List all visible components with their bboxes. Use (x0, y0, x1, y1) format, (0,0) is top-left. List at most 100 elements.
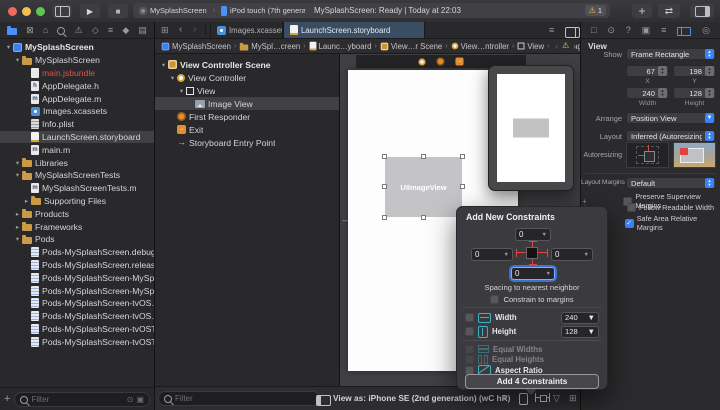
inspector-toggle-button[interactable] (690, 4, 714, 18)
layout-dropdown[interactable]: Inferred (Autoresizing Ma… ▲▼ (626, 130, 716, 142)
file-inspector-icon[interactable]: □ (591, 25, 596, 35)
selection-handle[interactable] (382, 184, 387, 189)
stop-button[interactable]: ■ (108, 4, 128, 18)
outline-row[interactable]: ▾View (155, 84, 339, 97)
y-field[interactable]: 198 ▲▼ (673, 65, 716, 77)
file-row[interactable]: ▾MySplashScreenTests (0, 169, 154, 182)
file-row[interactable]: Pods-MySplashScreen-MySp… (0, 271, 154, 284)
file-row[interactable]: LaunchScreen.storyboard (0, 131, 154, 144)
disclosure-closed-icon[interactable]: ▸ (22, 197, 31, 205)
width-value-field[interactable]: 240▼ (561, 312, 599, 324)
selection-handle[interactable] (382, 215, 387, 220)
width-field[interactable]: 240 ▲▼ (626, 87, 669, 99)
warning-badge[interactable]: ⚠ 1 (585, 5, 606, 16)
outline-row[interactable]: ▾View Controller Scene (155, 58, 339, 71)
editor-options-icon[interactable]: ≡ (549, 25, 554, 35)
zoom-icon[interactable]: ⌖ (502, 393, 507, 403)
tab-images-xcassets[interactable]: Images.xcassets (210, 22, 283, 38)
disclosure-open-icon[interactable]: ▾ (4, 43, 13, 51)
navigator-filter-field[interactable]: Filter ⊙ ▣ (14, 392, 150, 407)
find-icon[interactable] (57, 27, 65, 35)
selection-handle[interactable] (382, 154, 387, 159)
layout-margins-dropdown[interactable]: Default ▲▼ (626, 177, 716, 189)
add-constraints-icon[interactable] (535, 393, 550, 402)
file-row[interactable]: Pods-MySplashScreen-tvOST… (0, 335, 154, 348)
exit-icon[interactable]: → (455, 57, 463, 65)
recents-filter-icon[interactable]: ⊙ (127, 395, 134, 404)
height-value-field[interactable]: 128▼ (561, 326, 599, 338)
file-row[interactable]: Images.xcassets (0, 105, 154, 118)
scope-filter-icon[interactable]: ▣ (136, 395, 144, 404)
x-field[interactable]: 67 ▲▼ (626, 65, 669, 77)
size-inspector-icon[interactable] (677, 27, 691, 36)
outline-row[interactable]: →Exit (155, 123, 339, 136)
trailing-ibeam[interactable] (538, 252, 547, 253)
selection-handle[interactable] (421, 154, 426, 159)
file-row[interactable]: ▸Frameworks (0, 220, 154, 233)
debug-icon[interactable]: ≡ (108, 25, 113, 35)
outline-row[interactable]: First Responder (155, 110, 339, 123)
show-dropdown[interactable]: Frame Rectangle ▲▼ (626, 48, 716, 60)
connections-inspector-icon[interactable]: ◎ (702, 25, 710, 35)
run-button[interactable]: ▶ (80, 4, 100, 18)
selection-handle[interactable] (460, 184, 465, 189)
file-row[interactable]: mMySplashScreenTests.m (0, 182, 154, 195)
width-checkbox[interactable] (465, 313, 474, 322)
file-row[interactable]: hAppDelegate.h (0, 79, 154, 92)
breakpoint-icon[interactable]: ◆ (122, 25, 129, 35)
outline-row[interactable]: →Storyboard Entry Point (155, 136, 339, 149)
disclosure-open-icon[interactable]: ▾ (159, 61, 168, 69)
quick-help-inspector-icon[interactable]: ? (626, 25, 631, 35)
identity-inspector-icon[interactable]: ▣ (642, 25, 651, 35)
file-row[interactable]: Pods-MySplashScreen.debug… (0, 246, 154, 259)
source-control-icon[interactable]: ⊠ (26, 25, 34, 35)
trailing-spacing-field[interactable]: 0 ▼ (551, 248, 593, 261)
outline-toggle-button[interactable] (316, 393, 331, 410)
view-as-button[interactable]: View as: iPhone SE (2nd generation) (wC … (333, 393, 510, 403)
library-button[interactable]: + (632, 4, 652, 18)
window-tabs-button[interactable] (52, 4, 72, 18)
disclosure-open-icon[interactable]: ▾ (13, 171, 22, 179)
file-row[interactable]: ▾MySplashScreen (0, 54, 154, 67)
selected-image-view[interactable]: UIImageView (385, 157, 462, 217)
outline-filter-field[interactable]: Filter (158, 391, 320, 406)
top-ibeam-cap[interactable] (529, 241, 537, 242)
project-navigator-icon[interactable] (7, 28, 17, 35)
scheme-selector[interactable]: MySplashScreen › iPod touch (7th generat… (133, 3, 309, 18)
add-constraints-button[interactable]: Add 4 Constraints (465, 374, 599, 389)
resolve-issues-icon[interactable]: ▽ (553, 393, 560, 403)
file-row[interactable]: Info.plist (0, 118, 154, 131)
close-window-button[interactable] (8, 7, 17, 16)
next-issue-button[interactable]: › (573, 42, 576, 51)
forward-button[interactable]: › (193, 24, 196, 35)
file-row[interactable]: ▾Libraries (0, 156, 154, 169)
view-controller-icon[interactable] (418, 58, 425, 65)
jump-bar-item[interactable]: MySplashScreen (161, 42, 231, 51)
test-icon[interactable]: ◇ (92, 25, 99, 35)
constrain-margins-checkbox[interactable] (490, 295, 499, 304)
add-file-button[interactable]: + (4, 393, 10, 405)
disclosure-open-icon[interactable]: ▾ (168, 74, 177, 82)
selection-handle[interactable] (460, 154, 465, 159)
outline-row[interactable]: Image View (155, 97, 339, 110)
selection-handle[interactable] (421, 215, 426, 220)
leading-ibeam[interactable] (517, 252, 526, 253)
file-row[interactable]: ▾MySplashScreen (0, 41, 154, 54)
trailing-ibeam-cap[interactable] (547, 249, 548, 257)
file-row[interactable]: ▸Products (0, 207, 154, 220)
bottom-ibeam-cap[interactable] (529, 264, 537, 265)
issue-icon[interactable]: ⚠ (75, 25, 83, 35)
file-row[interactable]: Pods-MySplashScreen.releas… (0, 259, 154, 272)
previous-issue-button[interactable]: ‹ (555, 42, 558, 51)
disclosure-open-icon[interactable]: ▾ (177, 87, 186, 95)
disclosure-closed-icon[interactable]: ▸ (13, 223, 22, 231)
jump-bar-item[interactable]: View (517, 42, 544, 51)
disclosure-open-icon[interactable]: ▾ (13, 159, 22, 167)
report-icon[interactable]: ▤ (138, 25, 147, 35)
file-row[interactable]: mmain.m (0, 143, 154, 156)
attributes-inspector-icon[interactable]: ≡ (661, 25, 666, 35)
disclosure-open-icon[interactable]: ▾ (13, 56, 22, 64)
file-row[interactable]: mAppDelegate.m (0, 92, 154, 105)
file-row[interactable]: ▸Supporting Files (0, 195, 154, 208)
tab-launchscreen-storyboard[interactable]: LaunchScreen.storyboard (283, 22, 425, 38)
